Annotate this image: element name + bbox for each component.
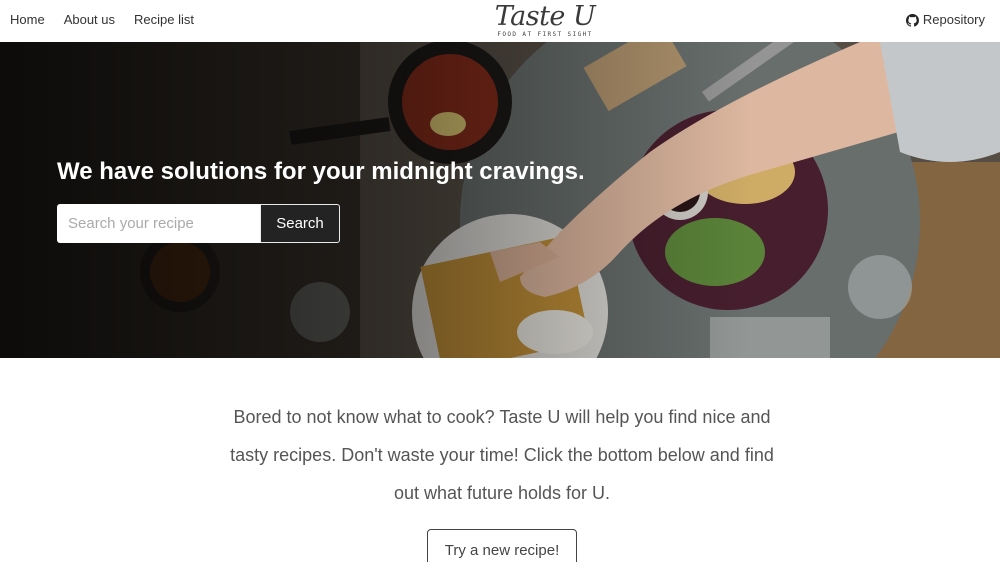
try-new-recipe-button[interactable]: Try a new recipe! bbox=[427, 529, 577, 562]
navbar: Home About us Recipe list Taste U FOOD A… bbox=[0, 0, 1000, 42]
search-input[interactable] bbox=[57, 204, 260, 243]
hero-banner: We have solutions for your midnight crav… bbox=[0, 42, 1000, 358]
repository-label: Repository bbox=[922, 12, 985, 27]
nav-link-about-us[interactable]: About us bbox=[64, 12, 115, 28]
github-icon bbox=[905, 13, 919, 27]
nav-link-recipe-list[interactable]: Recipe list bbox=[134, 12, 194, 28]
hero-title: We have solutions for your midnight crav… bbox=[57, 158, 585, 185]
search-button[interactable]: Search bbox=[260, 204, 340, 243]
repository-link[interactable]: Repository bbox=[905, 12, 985, 28]
intro-text: Bored to not know what to cook? Taste U … bbox=[230, 407, 774, 503]
brand-title: Taste U bbox=[494, 1, 596, 32]
brand-logo[interactable]: Taste U FOOD AT FIRST SIGHT bbox=[489, 2, 601, 40]
search-group: Search bbox=[57, 204, 340, 243]
nav-link-home[interactable]: Home bbox=[10, 12, 45, 28]
hero-overlay bbox=[0, 42, 1000, 358]
brand-tagline: FOOD AT FIRST SIGHT bbox=[497, 31, 593, 38]
nav-links: Home About us Recipe list bbox=[10, 12, 194, 28]
